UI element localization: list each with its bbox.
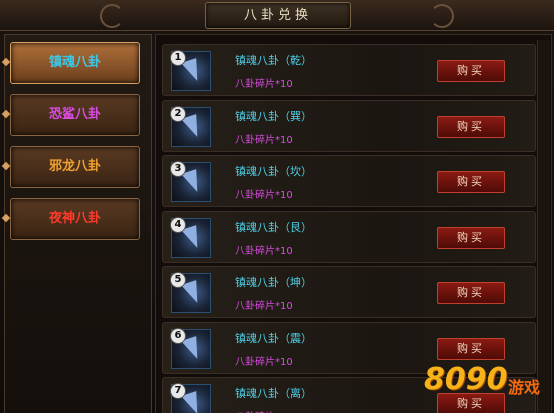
- item-cost: 八卦碎片*10: [235, 190, 293, 201]
- item-number-badge: 5: [170, 272, 186, 288]
- ornament-left-icon: [100, 4, 124, 28]
- logo-text: 游戏: [508, 378, 541, 397]
- buy-button[interactable]: 购买: [437, 226, 505, 249]
- category-tab-1[interactable]: 镇魂八卦: [1, 42, 140, 84]
- bagua-shard-icon: 1: [170, 50, 211, 91]
- category-label: 邪龙八卦: [48, 159, 101, 174]
- item-number-badge: 7: [170, 383, 186, 399]
- title-bar: 八卦兑换: [0, 0, 554, 31]
- ornament-right-icon: [430, 4, 454, 28]
- exchange-window: 八卦兑换 镇魂八卦 恐鲨八卦 邪龙八卦 夜神八卦 1 镇魂八卦（乾） 八卦碎片*10 购买 2…: [0, 0, 554, 413]
- logo-digits: 8090: [424, 362, 508, 397]
- item-name: 镇魂八卦（巽）: [235, 109, 312, 123]
- item-cost: 八卦碎片*10: [235, 245, 293, 257]
- item-row: 1 镇魂八卦（乾） 八卦碎片*10 购买: [162, 44, 536, 96]
- item-cost: 八卦碎片*10: [235, 356, 293, 368]
- item-row: 3 镇魂八卦（坎） 八卦碎片*10 购买: [162, 155, 536, 207]
- item-name: 镇魂八卦（坤）: [235, 276, 312, 289]
- category-tab-3[interactable]: 邪龙八卦: [1, 146, 140, 188]
- bagua-shard-icon: 5: [170, 272, 211, 313]
- category-tab-2[interactable]: 恐鲨八卦: [1, 94, 140, 136]
- buy-button[interactable]: 购买: [437, 282, 505, 304]
- item-row: 5 镇魂八卦（坤） 八卦碎片*10 购买: [162, 266, 536, 318]
- category-label: 镇魂八卦: [48, 55, 101, 70]
- bagua-shard-icon: 7: [170, 383, 211, 413]
- item-row: 4 镇魂八卦（艮） 八卦碎片*10 购买: [162, 210, 536, 263]
- item-name: 镇魂八卦（离）: [235, 387, 312, 400]
- buy-button[interactable]: 购买: [437, 337, 505, 360]
- item-cost: 八卦碎片*10: [235, 408, 293, 413]
- category-label: 恐鲨八卦: [48, 107, 101, 122]
- item-name: 镇魂八卦（坎）: [235, 165, 312, 178]
- category-tab-4[interactable]: 夜神八卦: [1, 198, 140, 240]
- item-cost: 八卦碎片*10: [235, 301, 293, 312]
- category-label: 夜神八卦: [48, 211, 101, 226]
- buy-button[interactable]: 购买: [437, 115, 505, 138]
- window-title: 八卦兑换: [243, 8, 312, 23]
- item-cost: 八卦碎片*10: [235, 79, 293, 90]
- item-name: 镇魂八卦（乾）: [235, 54, 312, 67]
- item-name: 镇魂八卦（艮）: [235, 220, 312, 234]
- item-number-badge: 3: [170, 161, 186, 177]
- bagua-shard-icon: 6: [170, 327, 211, 369]
- buy-button[interactable]: 购买: [437, 171, 505, 193]
- site-logo: 8090 游戏: [424, 358, 554, 413]
- item-row: 2 镇魂八卦（巽） 八卦碎片*10 购买: [162, 99, 536, 152]
- buy-button[interactable]: 购买: [437, 60, 505, 82]
- item-number-badge: 2: [170, 105, 186, 122]
- bagua-shard-icon: 4: [170, 216, 211, 258]
- item-number-badge: 1: [170, 50, 186, 66]
- item-number-badge: 6: [170, 327, 186, 344]
- item-number-badge: 4: [170, 216, 186, 233]
- bagua-shard-icon: 2: [170, 105, 211, 147]
- item-cost: 八卦碎片*10: [235, 134, 293, 146]
- title-plate: 八卦兑换: [205, 2, 351, 29]
- bagua-shard-icon: 3: [170, 161, 211, 202]
- item-name: 镇魂八卦（震）: [235, 331, 312, 345]
